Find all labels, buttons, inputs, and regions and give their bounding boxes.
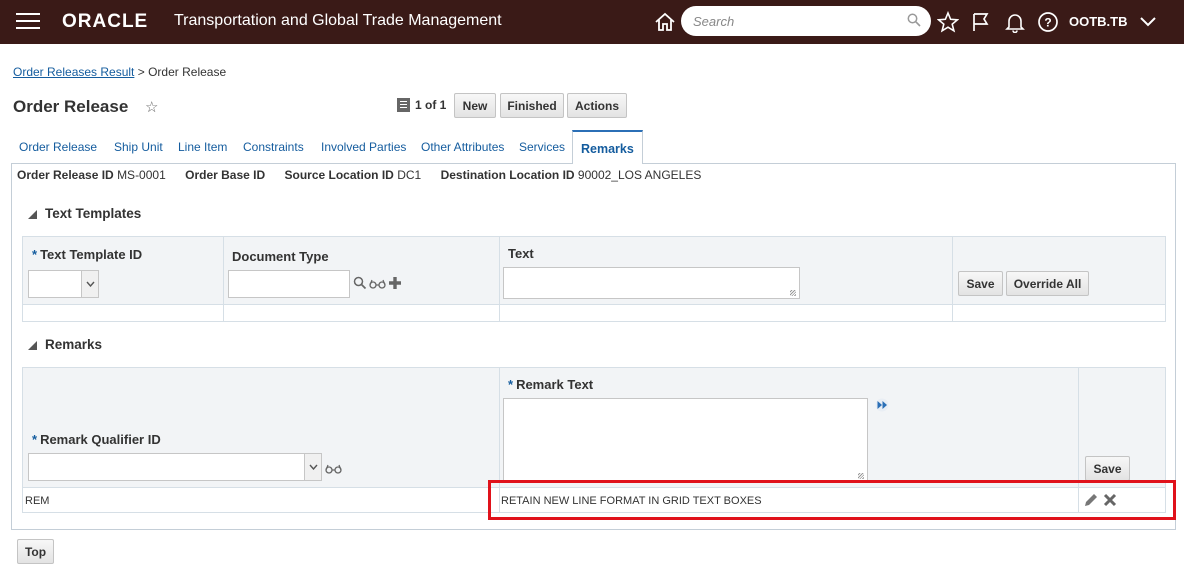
notifications-bell-icon[interactable] [1002,9,1028,35]
tab-line-item[interactable]: Line Item [178,140,227,154]
menu-icon[interactable] [16,13,40,31]
remarks-save-button[interactable]: Save [1085,456,1130,481]
home-icon[interactable] [652,9,678,35]
text-template-id-label: * Text Template ID [32,247,142,262]
tab-remarks[interactable]: Remarks [572,130,643,164]
remark-text-label: * Remark Text [508,377,593,392]
order-release-id-value: MS-0001 [117,168,166,182]
order-release-summary: Order Release ID MS-0001 Order Base ID S… [17,168,701,182]
text-textarea[interactable] [503,267,800,299]
remark-text-cell: RETAIN NEW LINE FORMAT IN GRID TEXT BOXE… [501,495,762,507]
favorites-star-icon[interactable] [935,9,961,35]
search-input[interactable] [691,11,901,31]
delete-x-icon[interactable] [1102,492,1118,511]
top-button[interactable]: Top [17,539,54,564]
chevron-down-icon[interactable] [1135,9,1161,35]
override-all-button[interactable]: Override All [1006,271,1089,296]
tab-constraints[interactable]: Constraints [243,140,304,154]
destination-location-value: 90002_LOS ANGELES [578,168,701,182]
collapse-triangle-icon [28,341,37,350]
text-template-id-select[interactable] [28,270,99,298]
breadcrumb-separator: > [138,65,145,79]
remark-qualifier-select[interactable] [28,453,322,481]
search-icon[interactable] [353,276,367,293]
document-type-input[interactable] [228,270,350,298]
flag-icon[interactable] [968,9,994,35]
glasses-icon[interactable] [325,463,342,477]
order-release-id-label: Order Release ID [17,168,114,182]
tab-involved-parties[interactable]: Involved Parties [321,140,406,154]
expand-forward-icon[interactable] [874,398,890,415]
text-label: Text [508,246,534,261]
app-title: Transportation and Global Trade Manageme… [174,12,502,30]
add-icon[interactable] [388,276,402,293]
tab-order-release[interactable]: Order Release [19,140,97,154]
search-icon[interactable] [907,13,921,30]
glasses-icon[interactable] [369,278,386,292]
order-base-id-label: Order Base ID [185,168,265,182]
tab-services[interactable]: Services [519,140,565,154]
page-title: Order Release [13,97,128,117]
tab-ship-unit[interactable]: Ship Unit [114,140,163,154]
search-box [681,6,931,36]
source-location-label: Source Location ID [285,168,394,182]
oracle-logo: ORACLE [62,11,148,33]
breadcrumb: Order Releases Result > Order Release [13,65,226,79]
finished-button[interactable]: Finished [500,93,564,118]
record-list-icon[interactable] [397,98,410,112]
user-menu[interactable]: OOTB.TB [1069,14,1128,29]
svg-text:?: ? [1044,16,1051,30]
new-button[interactable]: New [454,93,496,118]
help-icon[interactable]: ? [1035,9,1061,35]
chevron-down-icon[interactable] [81,271,98,297]
remark-qualifier-cell: REM [25,495,49,507]
chevron-down-icon[interactable] [304,454,321,480]
text-templates-save-button[interactable]: Save [958,271,1003,296]
destination-location-label: Destination Location ID [441,168,575,182]
app-header: ORACLE Transportation and Global Trade M… [0,0,1184,44]
breadcrumb-current: Order Release [148,65,226,79]
pager-text: 1 of 1 [415,98,446,112]
text-templates-header[interactable]: Text Templates [28,206,141,221]
source-location-value: DC1 [397,168,421,182]
actions-button[interactable]: Actions [567,93,627,118]
edit-pencil-icon[interactable] [1083,492,1099,511]
breadcrumb-link-order-releases-result[interactable]: Order Releases Result [13,65,134,79]
tab-other-attributes[interactable]: Other Attributes [421,140,504,154]
favorite-star-icon[interactable]: ☆ [145,98,158,116]
document-type-label: Document Type [232,249,329,264]
remark-qualifier-id-label: * Remark Qualifier ID [32,432,161,447]
collapse-triangle-icon [28,210,37,219]
remarks-header[interactable]: Remarks [28,337,102,352]
remark-text-textarea[interactable] [503,398,868,482]
